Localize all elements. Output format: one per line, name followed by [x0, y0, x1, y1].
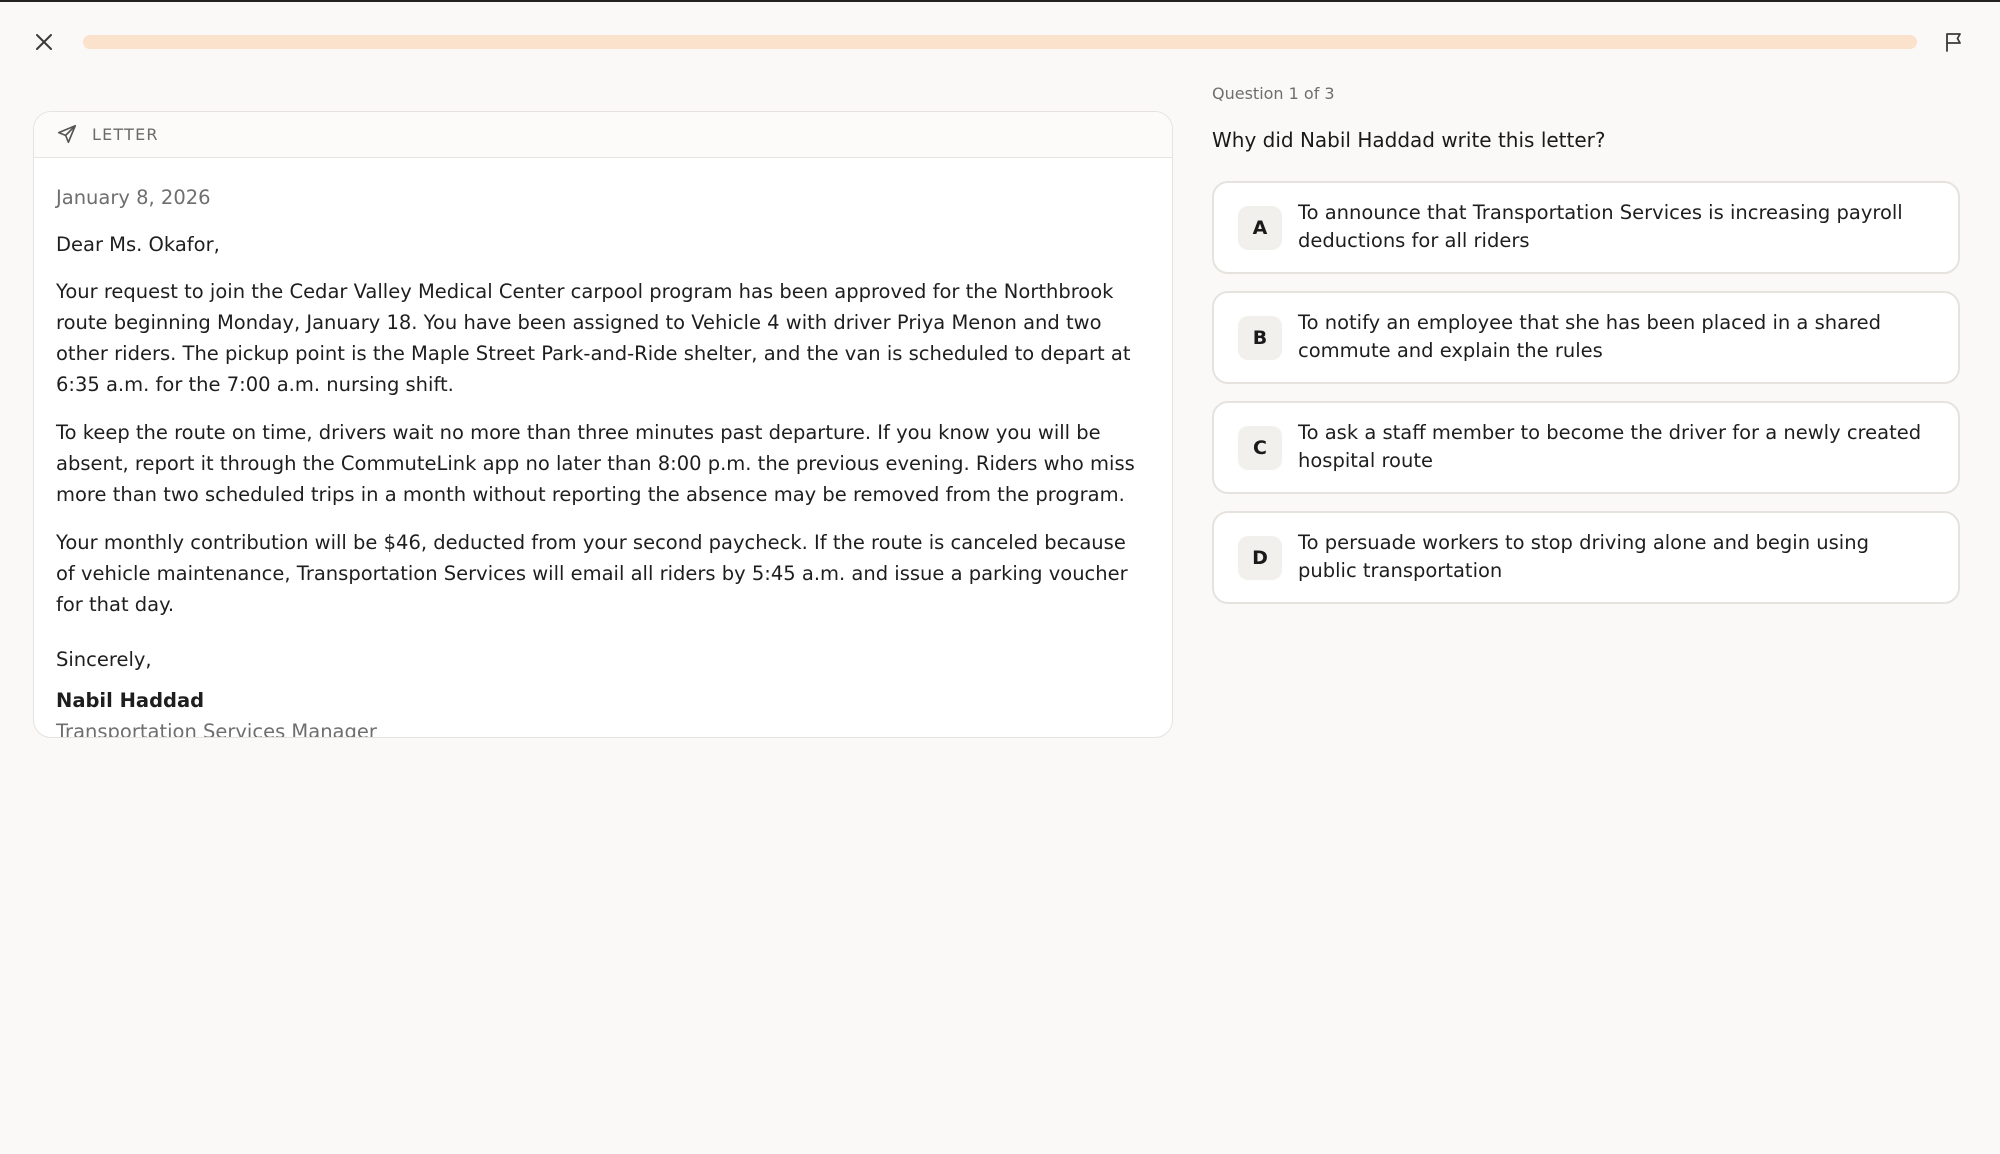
option-letter-badge: C	[1238, 426, 1282, 470]
option-letter-badge: D	[1238, 536, 1282, 580]
top-bar	[0, 0, 2000, 80]
close-icon	[36, 34, 52, 50]
close-button[interactable]	[30, 28, 58, 56]
answer-option-a[interactable]: A To announce that Transportation Servic…	[1212, 181, 1960, 274]
option-letter-badge: B	[1238, 316, 1282, 360]
letter-type-label: LETTER	[92, 125, 159, 144]
option-text: To ask a staff member to become the driv…	[1298, 421, 1922, 472]
question-counter: Question 1 of 3	[1212, 84, 1335, 103]
letter-date: January 8, 2026	[56, 186, 211, 209]
flag-icon	[1946, 33, 1961, 52]
report-flag-button[interactable]	[1940, 28, 1968, 56]
letter-paragraph: To keep the route on time, drivers wait …	[56, 421, 1135, 506]
signer-title: Transportation Services Manager	[56, 720, 377, 738]
letter-greeting: Dear Ms. Okafor,	[56, 233, 220, 256]
send-icon	[56, 123, 80, 147]
letter-header: LETTER	[34, 112, 1172, 158]
answer-options: A To announce that Transportation Servic…	[1212, 181, 1960, 621]
letter-card: LETTER January 8, 2026 Dear Ms. Okafor, …	[33, 111, 1173, 738]
option-text: To notify an employee that she has been …	[1298, 311, 1882, 362]
progress-bar	[83, 35, 1917, 49]
option-letter-badge: A	[1238, 206, 1282, 250]
question-text: Why did Nabil Haddad write this letter?	[1212, 128, 1606, 152]
letter-body: January 8, 2026 Dear Ms. Okafor, Your re…	[34, 158, 1172, 738]
letter-paragraph: Your monthly contribution will be $46, d…	[56, 531, 1128, 616]
signer-name: Nabil Haddad	[56, 689, 205, 712]
option-text: To persuade workers to stop driving alon…	[1298, 531, 1869, 582]
answer-option-c[interactable]: C To ask a staff member to become the dr…	[1212, 401, 1960, 494]
letter-closing: Sincerely,	[56, 648, 152, 671]
answer-option-d[interactable]: D To persuade workers to stop driving al…	[1212, 511, 1960, 604]
letter-paragraph: Your request to join the Cedar Valley Me…	[56, 280, 1131, 396]
option-text: To announce that Transportation Services…	[1298, 201, 1903, 252]
answer-option-b[interactable]: B To notify an employee that she has bee…	[1212, 291, 1960, 384]
